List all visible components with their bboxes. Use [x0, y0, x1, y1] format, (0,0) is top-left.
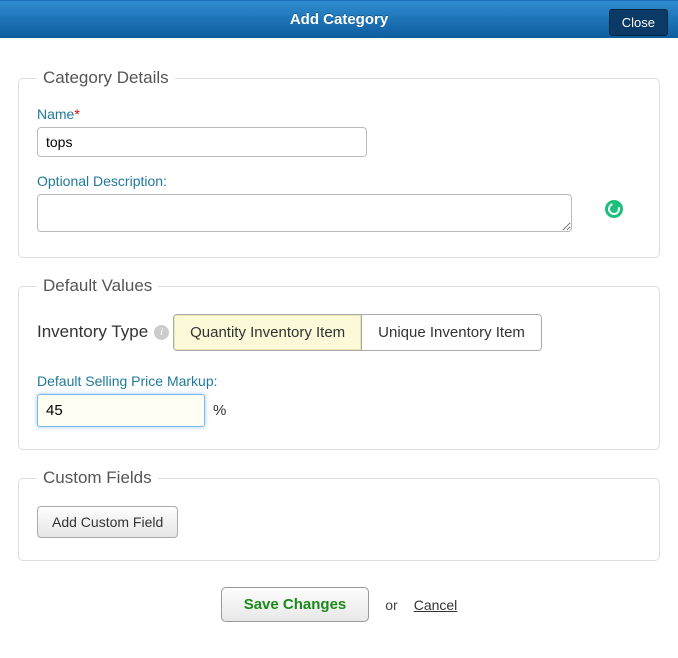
quantity-inventory-option[interactable]: Quantity Inventory Item	[174, 315, 361, 350]
cancel-link[interactable]: Cancel	[414, 597, 458, 613]
description-wrap	[37, 194, 641, 235]
inventory-type-group: Inventory Type i Quantity Inventory Item…	[37, 314, 641, 351]
category-details-fieldset: Category Details Name* Optional Descript…	[18, 68, 660, 258]
name-field-group: Name*	[37, 106, 641, 157]
inventory-type-label-text: Inventory Type	[37, 322, 148, 342]
name-label: Name*	[37, 106, 641, 122]
unique-inventory-option[interactable]: Unique Inventory Item	[361, 315, 541, 350]
add-custom-field-button[interactable]: Add Custom Field	[37, 506, 178, 538]
description-textarea[interactable]	[37, 194, 572, 232]
grammarly-icon	[605, 200, 623, 218]
or-text: or	[385, 597, 397, 613]
dialog-header: Add Category Close	[0, 0, 678, 38]
markup-label: Default Selling Price Markup:	[37, 373, 641, 389]
dialog-content: Category Details Name* Optional Descript…	[0, 38, 678, 658]
percent-unit: %	[213, 402, 226, 419]
info-icon[interactable]: i	[154, 325, 169, 340]
required-asterisk: *	[74, 106, 79, 122]
inventory-type-toggle: Quantity Inventory Item Unique Inventory…	[173, 314, 542, 351]
description-field-group: Optional Description:	[37, 173, 641, 235]
dialog-footer: Save Changes or Cancel	[18, 587, 660, 634]
category-details-legend: Category Details	[37, 68, 175, 88]
description-label: Optional Description:	[37, 173, 641, 189]
default-values-legend: Default Values	[37, 276, 158, 296]
inventory-type-label: Inventory Type i	[37, 322, 169, 342]
name-input[interactable]	[37, 127, 367, 157]
name-label-text: Name	[37, 106, 74, 122]
dialog-title: Add Category	[290, 11, 388, 28]
close-button[interactable]: Close	[609, 9, 668, 36]
custom-fields-legend: Custom Fields	[37, 468, 158, 488]
markup-field-group: Default Selling Price Markup: %	[37, 373, 641, 427]
save-button[interactable]: Save Changes	[221, 587, 370, 622]
markup-input[interactable]	[37, 394, 205, 427]
custom-fields-fieldset: Custom Fields Add Custom Field	[18, 468, 660, 561]
markup-row: %	[37, 394, 641, 427]
default-values-fieldset: Default Values Inventory Type i Quantity…	[18, 276, 660, 450]
